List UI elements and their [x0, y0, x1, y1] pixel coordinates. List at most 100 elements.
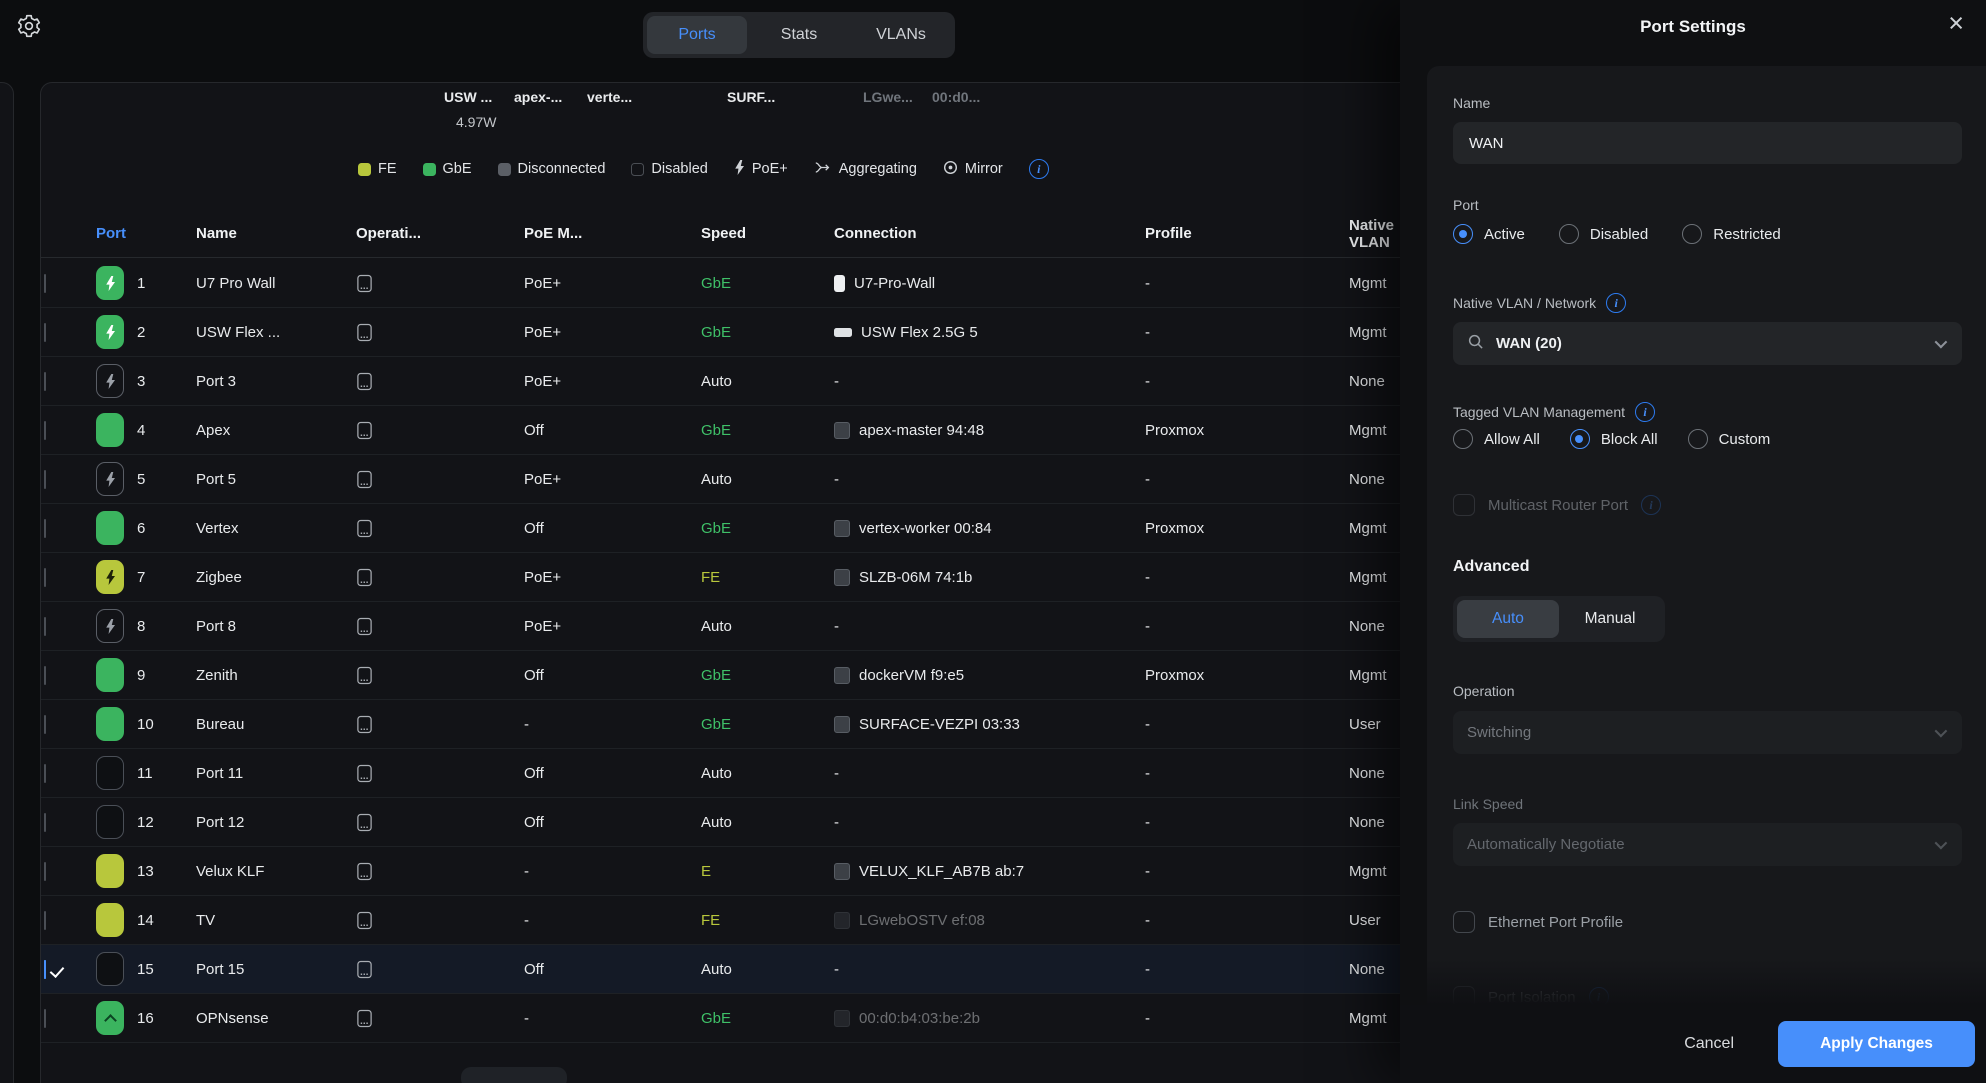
row-checkbox[interactable] — [44, 274, 46, 293]
cancel-button[interactable]: Cancel — [1684, 1035, 1734, 1053]
mode-segment[interactable]: Manual — [1559, 600, 1661, 638]
device-label[interactable]: verte... — [587, 89, 632, 105]
connection-cell: LGwebOSTV ef:08 — [834, 912, 1145, 929]
radio-option[interactable]: Custom — [1688, 429, 1771, 449]
legend-label: Mirror — [965, 161, 1003, 177]
tab[interactable]: Stats — [749, 16, 849, 54]
radio-option[interactable]: Block All — [1570, 429, 1658, 449]
device-label[interactable]: USW ... — [444, 89, 492, 105]
row-checkbox[interactable] — [44, 715, 46, 734]
port-row[interactable]: 10 Bureau - GbE SURFACE-VEZPI 03:33 - Us — [41, 700, 1419, 749]
profile-value: - — [1145, 961, 1349, 978]
port-row[interactable]: 2 USW Flex ... PoE+ GbE USW Flex 2.5G 5 … — [41, 308, 1419, 357]
row-checkbox[interactable] — [44, 568, 46, 587]
port-row[interactable]: 11 Port 11 Off Auto - - None — [41, 749, 1419, 798]
header-connection[interactable]: Connection — [834, 225, 1145, 242]
radio-option[interactable]: Active — [1453, 224, 1525, 244]
row-checkbox[interactable] — [44, 1009, 46, 1028]
native-vlan-info-icon[interactable]: i — [1606, 293, 1626, 313]
name-input[interactable]: WAN — [1453, 122, 1962, 164]
tagged-vlan-info-icon[interactable]: i — [1635, 402, 1655, 422]
operation-device-icon — [356, 960, 524, 979]
chevron-down-icon — [1935, 837, 1948, 850]
port-row[interactable]: 14 TV - FE LGwebOSTV ef:08 - User — [41, 896, 1419, 945]
row-checkbox[interactable] — [44, 666, 46, 685]
port-row[interactable]: 5 Port 5 PoE+ Auto - - None — [41, 455, 1419, 504]
radio-option[interactable]: Restricted — [1682, 224, 1781, 244]
row-checkbox[interactable] — [44, 911, 46, 930]
port-number: 4 — [137, 422, 196, 439]
mode-segment[interactable]: Auto — [1457, 600, 1559, 638]
port-row[interactable]: 1 U7 Pro Wall PoE+ GbE U7-Pro-Wall - Mgm — [41, 259, 1419, 308]
header-profile[interactable]: Profile — [1145, 225, 1349, 242]
port-status-icon — [96, 903, 124, 937]
legend-info-icon[interactable]: i — [1029, 159, 1049, 179]
profile-value: - — [1145, 912, 1349, 929]
port-row[interactable]: 4 Apex Off GbE apex-master 94:48 Proxmox — [41, 406, 1419, 455]
tagged-vlan-label: Tagged VLAN Management — [1453, 404, 1625, 420]
port-row[interactable]: 6 Vertex Off GbE vertex-worker 00:84 Pro… — [41, 504, 1419, 553]
radio-option[interactable]: Allow All — [1453, 429, 1540, 449]
port-number: 9 — [137, 667, 196, 684]
tab[interactable]: Ports — [647, 16, 747, 54]
ethernet-port-profile-checkbox[interactable] — [1453, 911, 1475, 933]
row-checkbox[interactable] — [44, 519, 46, 538]
device-label[interactable]: apex-... — [514, 89, 562, 105]
operation-device-icon — [356, 421, 524, 440]
ports-table-header: Port Name Operati... PoE M... Speed Conn… — [41, 210, 1419, 258]
row-checkbox[interactable] — [44, 372, 46, 391]
port-row[interactable]: 12 Port 12 Off Auto - - None — [41, 798, 1419, 847]
header-port[interactable]: Port — [96, 225, 196, 242]
poe-mode-value: PoE+ — [524, 569, 701, 586]
port-row[interactable]: 13 Velux KLF - E VELUX_KLF_AB7B ab:7 - M — [41, 847, 1419, 896]
port-name: Zigbee — [196, 569, 356, 586]
port-number: 16 — [137, 1010, 196, 1027]
port-status-icon — [96, 462, 124, 496]
native-vlan-select[interactable]: WAN (20) — [1453, 322, 1962, 365]
port-row[interactable]: 7 Zigbee PoE+ FE SLZB-06M 74:1b - Mgmt — [41, 553, 1419, 602]
profile-value: - — [1145, 1010, 1349, 1027]
multicast-label: Multicast Router Port — [1488, 497, 1628, 514]
row-checkbox[interactable] — [44, 421, 46, 440]
port-name: OPNsense — [196, 1010, 356, 1027]
row-checkbox[interactable] — [44, 960, 46, 979]
port-number: 13 — [137, 863, 196, 880]
header-name[interactable]: Name — [196, 225, 356, 242]
port-isolation-info-icon: i — [1589, 987, 1609, 1007]
header-operation[interactable]: Operati... — [356, 225, 524, 242]
row-checkbox[interactable] — [44, 470, 46, 489]
header-speed[interactable]: Speed — [701, 225, 834, 242]
port-row[interactable]: 3 Port 3 PoE+ Auto - - None — [41, 357, 1419, 406]
port-row[interactable]: 9 Zenith Off GbE dockerVM f9:e5 Proxmox — [41, 651, 1419, 700]
tab[interactable]: VLANs — [851, 16, 951, 54]
port-row[interactable]: 16 OPNsense - GbE 00:d0:b4:03:be:2b - Mg — [41, 994, 1419, 1043]
bottom-partial-button[interactable] — [461, 1067, 567, 1083]
apply-changes-button[interactable]: Apply Changes — [1778, 1021, 1975, 1067]
row-checkbox[interactable] — [44, 862, 46, 881]
device-label[interactable]: LGwe... — [863, 89, 913, 105]
legend-poe: PoE+ — [734, 160, 788, 179]
chevron-down-icon — [1935, 725, 1948, 738]
port-row[interactable]: 8 Port 8 PoE+ Auto - - None — [41, 602, 1419, 651]
connection-cell: 00:d0:b4:03:be:2b — [834, 1010, 1145, 1027]
header-poe-mode[interactable]: PoE M... — [524, 225, 701, 242]
row-checkbox[interactable] — [44, 813, 46, 832]
row-checkbox[interactable] — [44, 617, 46, 636]
connection-cell: - — [834, 961, 1145, 978]
row-checkbox[interactable] — [44, 323, 46, 342]
profile-value: - — [1145, 618, 1349, 635]
device-label[interactable]: SURF... — [727, 89, 775, 105]
port-number: 7 — [137, 569, 196, 586]
radio-option[interactable]: Disabled — [1559, 224, 1648, 244]
operation-device-icon — [356, 617, 524, 636]
port-row[interactable]: 15 Port 15 Off Auto - - None — [41, 945, 1419, 994]
close-icon[interactable]: × — [1948, 10, 1964, 37]
row-checkbox[interactable] — [44, 764, 46, 783]
settings-gear-button[interactable] — [15, 14, 43, 42]
profile-value: - — [1145, 324, 1349, 341]
poe-power-draw: 4.97W — [456, 114, 496, 130]
connection-name: VELUX_KLF_AB7B ab:7 — [859, 863, 1024, 880]
device-label[interactable]: 00:d0... — [932, 89, 980, 105]
speed-value: GbE — [701, 422, 834, 439]
port-status-icon — [96, 805, 124, 839]
